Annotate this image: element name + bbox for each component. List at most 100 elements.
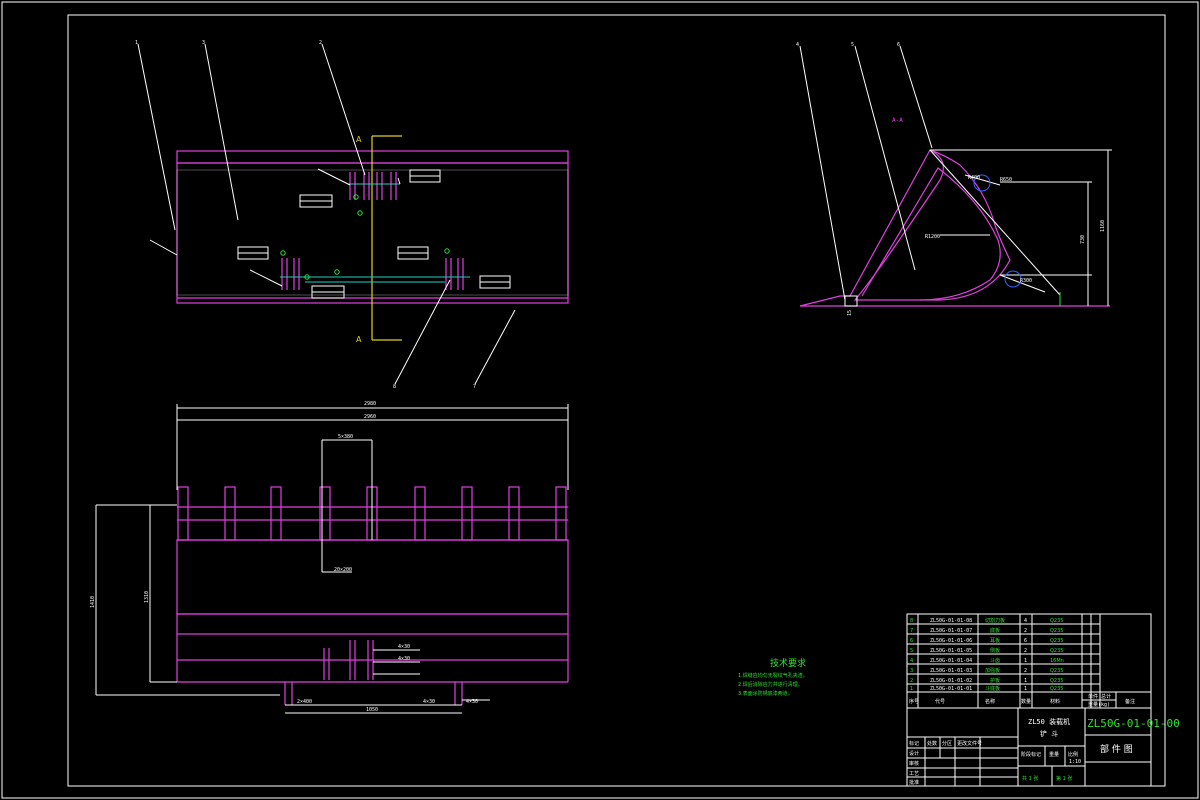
svg-text:8: 8 — [910, 618, 913, 624]
svg-text:1: 1 — [1024, 658, 1027, 664]
svg-text:斗底板: 斗底板 — [985, 685, 1000, 692]
svg-text:1: 1 — [1024, 686, 1027, 692]
svg-text:重量(kg): 重量(kg) — [1088, 701, 1110, 708]
plan-dimension-lines — [95, 404, 569, 714]
dim-r300: R300 — [1020, 278, 1032, 284]
svg-text:ZL50G-01-01-02: ZL50G-01-01-02 — [930, 678, 972, 684]
svg-text:Q235: Q235 — [1050, 618, 1063, 624]
svg-text:序号: 序号 — [909, 698, 919, 705]
svg-text:2: 2 — [1024, 668, 1027, 674]
svg-text:Q235: Q235 — [1050, 628, 1063, 634]
dim-4x30-b: 4×30 — [398, 656, 410, 662]
center-mark — [334, 269, 340, 275]
svg-text:5: 5 — [910, 648, 913, 654]
svg-text:工艺: 工艺 — [909, 771, 919, 777]
svg-text:ZL50G-01-01-04: ZL50G-01-01-04 — [930, 658, 972, 664]
tb-scale: 1:10 — [1069, 759, 1081, 765]
svg-text:数量: 数量 — [1021, 698, 1031, 705]
bucket-profile — [799, 149, 1011, 307]
svg-text:比例: 比例 — [1068, 751, 1078, 758]
svg-text:单件 总计: 单件 总计 — [1088, 693, 1111, 700]
svg-text:2: 2 — [1024, 628, 1027, 634]
dim-5x380: 5×380 — [338, 434, 353, 440]
dim-4x30-c: 4×30 — [423, 699, 435, 705]
bom-row-7: 7 ZL50G-01-01-07 底板 2 Q235 — [910, 627, 1063, 634]
svg-text:ZL50G-01-01-08: ZL50G-01-01-08 — [930, 618, 972, 624]
tech-title: 技术要求 — [770, 657, 806, 669]
svg-text:4: 4 — [1024, 618, 1027, 624]
plan-body — [176, 539, 569, 615]
svg-text:底板: 底板 — [990, 627, 1000, 634]
balloon-5: 5 — [851, 42, 854, 48]
svg-text:4: 4 — [910, 658, 913, 664]
bom-row-3: 3 ZL50G-01-01-03 加强板 2 Q235 — [910, 667, 1063, 674]
svg-text:斗齿: 斗齿 — [990, 658, 1000, 664]
svg-text:标记: 标记 — [909, 740, 919, 747]
svg-text:备注: 备注 — [1125, 698, 1135, 705]
svg-text:分区: 分区 — [942, 740, 952, 747]
dim-2960: 2960 — [364, 414, 376, 420]
tb-part: 铲 斗 — [1040, 729, 1058, 738]
balloon-8: 8 — [393, 384, 396, 390]
svg-text:名称: 名称 — [985, 698, 995, 705]
balloon-1: 1 — [135, 40, 138, 46]
svg-text:1: 1 — [910, 686, 913, 692]
svg-text:重量: 重量 — [1049, 751, 1059, 758]
tech-line-2: 2.焊后消除应力并进行清理。 — [738, 681, 803, 688]
svg-text:ZL50G-01-01-03: ZL50G-01-01-03 — [930, 668, 972, 674]
dim-1410: 1410 — [90, 596, 96, 608]
svg-text:设计: 设计 — [909, 750, 919, 757]
svg-text:Q235: Q235 — [1050, 668, 1063, 674]
balloon-7: 7 — [473, 384, 476, 390]
tech-line-3: 3.表面涂防锈底漆两道。 — [738, 690, 793, 697]
section-mark-bottom: A — [356, 335, 362, 344]
dim-r650: R650 — [1000, 177, 1012, 183]
tb-project: ZL50 装载机 — [1028, 717, 1070, 726]
svg-text:ZL50G-01-01-05: ZL50G-01-01-05 — [930, 648, 972, 654]
center-mark — [280, 250, 286, 256]
dim-1050: 1050 — [366, 707, 378, 713]
svg-text:ZL50G-01-01-06: ZL50G-01-01-06 — [930, 638, 972, 644]
plan-view — [95, 404, 569, 714]
balloon-3: 3 — [202, 40, 205, 46]
svg-text:审核: 审核 — [909, 760, 919, 767]
tb-sheets: 共 1 张 — [1022, 775, 1038, 782]
svg-text:护板: 护板 — [990, 677, 1000, 684]
bom-row-4: 4 ZL50G-01-01-04 斗齿 1 16Mn — [910, 658, 1064, 664]
dim-r1200: R1200 — [925, 234, 940, 240]
dim-4x30-d: 4×30 — [466, 699, 478, 705]
bom-row-2: 2 ZL50G-01-01-02 护板 1 Q235 — [910, 677, 1063, 684]
svg-text:1: 1 — [1024, 678, 1027, 684]
cad-drawing-canvas[interactable]: 1 3 2 8 7 A A A-A 4 5 6 1160 730 R1200 R… — [0, 0, 1200, 800]
dim-2x400: 2×400 — [297, 699, 312, 705]
svg-text:2: 2 — [1024, 648, 1027, 654]
weld-symbols — [149, 168, 511, 299]
svg-text:批准: 批准 — [909, 779, 919, 786]
plan-cutting-edge — [176, 613, 569, 635]
side-leader-lines — [799, 45, 933, 301]
dim-730: 730 — [1080, 235, 1086, 244]
tb-labels: 标记 处数 分区 更改文件号 设计 审核 工艺 批准 阶段标记 重量 比例 — [909, 740, 1078, 786]
svg-text:6: 6 — [910, 638, 913, 644]
front-view — [137, 43, 569, 385]
svg-text:Q235: Q235 — [1050, 638, 1063, 644]
dim-20x200: 20×200 — [334, 567, 352, 573]
section-mark-top: A — [356, 135, 362, 144]
bom-row-5: 5 ZL50G-01-01-05 侧板 2 Q235 — [910, 647, 1063, 654]
balloon-4: 4 — [796, 42, 799, 48]
dim-r400: R400 — [968, 175, 980, 181]
dim-4x30-a: 4×30 — [398, 644, 410, 650]
svg-text:7: 7 — [910, 628, 913, 634]
bom-row-1: 1 ZL50G-01-01-01 斗底板 1 Q235 — [910, 685, 1063, 692]
svg-text:处数: 处数 — [927, 740, 937, 747]
tb-type: 部 件 图 — [1100, 743, 1133, 755]
svg-text:6: 6 — [1024, 638, 1027, 644]
bom-row-6: 6 ZL50G-01-01-06 耳板 6 Q235 — [910, 637, 1063, 644]
dim-2980: 2980 — [364, 401, 376, 407]
svg-text:切割刀板: 切割刀板 — [985, 617, 1005, 624]
svg-text:Q235: Q235 — [1050, 686, 1063, 692]
svg-text:耳板: 耳板 — [990, 637, 1000, 644]
svg-text:Q235: Q235 — [1050, 648, 1063, 654]
dim-1160: 1160 — [1100, 220, 1106, 232]
svg-text:ZL50G-01-01-07: ZL50G-01-01-07 — [930, 628, 972, 634]
